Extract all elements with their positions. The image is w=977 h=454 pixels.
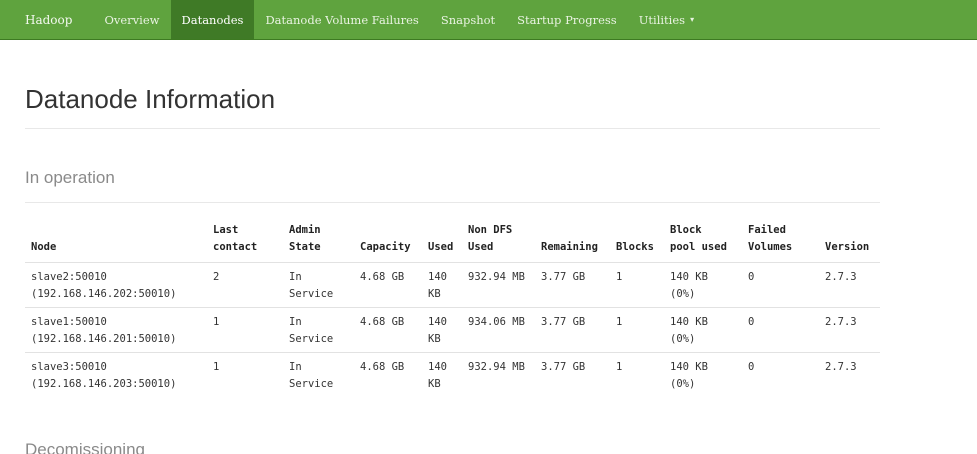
cell-failed-volumes: 0: [742, 307, 819, 353]
cell-used: 140 KB: [422, 352, 462, 397]
node-address: (192.168.146.203:50010): [31, 378, 177, 390]
cell-node: slave3:50010 (192.168.146.203:50010): [25, 352, 207, 397]
cell-admin-state: In Service: [283, 352, 354, 397]
admin-line: In: [289, 271, 302, 283]
nav-overview[interactable]: Overview: [93, 0, 170, 39]
cell-block-pool-used: 140 KB (0%): [664, 262, 742, 308]
section-heading-in-operation: In operation: [25, 168, 115, 187]
node-name: slave1:50010: [31, 316, 107, 328]
cell-capacity: 4.68 GB: [354, 352, 422, 397]
col-non-dfs-used[interactable]: Non DFS Used: [462, 218, 535, 263]
node-name: slave3:50010: [31, 361, 107, 373]
col-last-contact[interactable]: Last contact: [207, 218, 283, 263]
cell-block-pool-used: 140 KB (0%): [664, 307, 742, 353]
cell-version: 2.7.3: [819, 352, 880, 397]
header-line: Last: [213, 224, 239, 236]
cell-non-dfs-used: 934.06 MB: [462, 307, 535, 353]
cell-used: 140 KB: [422, 262, 462, 308]
cell-last-contact: 1: [207, 307, 283, 353]
cell-admin-state: In Service: [283, 262, 354, 308]
cell-blocks: 1: [610, 352, 664, 397]
header-line: pool used: [670, 241, 727, 253]
brand-link[interactable]: Hadoop: [0, 0, 93, 39]
table-header-row: Node Last contact Admin State Capacity Use…: [25, 218, 880, 263]
cell-blocks: 1: [610, 307, 664, 353]
table-row: slave1:50010 (192.168.146.201:50010) 1 In…: [25, 307, 880, 353]
col-node[interactable]: Node: [25, 218, 207, 263]
cell-last-contact: 2: [207, 262, 283, 308]
cell-used: 140 KB: [422, 307, 462, 353]
cell-admin-state: In Service: [283, 307, 354, 353]
admin-line: Service: [289, 378, 334, 390]
node-name: slave2:50010: [31, 271, 107, 283]
col-blocks[interactable]: Blocks: [610, 218, 664, 263]
header-line: Block: [670, 224, 702, 236]
col-capacity[interactable]: Capacity: [354, 218, 422, 263]
section-heading-decommissioning: Decomissioning: [25, 440, 145, 454]
cell-remaining: 3.77 GB: [535, 307, 610, 353]
used-line: 140: [428, 316, 447, 328]
section-divider: [25, 202, 880, 203]
col-remaining[interactable]: Remaining: [535, 218, 610, 263]
admin-line: In: [289, 316, 302, 328]
col-used[interactable]: Used: [422, 218, 462, 263]
nav-snapshot[interactable]: Snapshot: [430, 0, 506, 39]
title-divider: [25, 128, 880, 129]
header-line: Failed: [748, 224, 786, 236]
header-line: Non DFS: [468, 224, 513, 236]
caret-down-icon: ▾: [690, 15, 695, 24]
used-line: KB: [428, 288, 441, 300]
cell-capacity: 4.68 GB: [354, 262, 422, 308]
col-failed-volumes[interactable]: Failed Volumes: [742, 218, 819, 263]
header-line: contact: [213, 241, 258, 253]
header-line: Volumes: [748, 241, 793, 253]
nav-volume-failures[interactable]: Datanode Volume Failures: [254, 0, 429, 39]
used-line: KB: [428, 333, 441, 345]
cell-remaining: 3.77 GB: [535, 352, 610, 397]
nav-utilities-label: Utilities: [638, 12, 686, 27]
used-line: 140: [428, 271, 447, 283]
used-line: KB: [428, 378, 441, 390]
admin-line: In: [289, 361, 302, 373]
cell-capacity: 4.68 GB: [354, 307, 422, 353]
nav-startup-progress[interactable]: Startup Progress: [506, 0, 628, 39]
cell-block-pool-used: 140 KB (0%): [664, 352, 742, 397]
datanode-table: Node Last contact Admin State Capacity Use…: [25, 218, 880, 397]
cell-non-dfs-used: 932.94 MB: [462, 262, 535, 308]
col-admin-state[interactable]: Admin State: [283, 218, 354, 263]
top-navbar: Hadoop Overview Datanodes Datanode Volum…: [0, 0, 977, 40]
table-row: slave2:50010 (192.168.146.202:50010) 2 In…: [25, 262, 880, 308]
cell-node: slave1:50010 (192.168.146.201:50010): [25, 307, 207, 353]
cell-version: 2.7.3: [819, 307, 880, 353]
admin-line: Service: [289, 333, 334, 345]
nav-utilities-dropdown[interactable]: Utilities ▾: [628, 0, 705, 39]
cell-version: 2.7.3: [819, 262, 880, 308]
table-row: slave3:50010 (192.168.146.203:50010) 1 In…: [25, 352, 880, 397]
col-block-pool-used[interactable]: Block pool used: [664, 218, 742, 263]
cell-non-dfs-used: 932.94 MB: [462, 352, 535, 397]
nav-datanodes[interactable]: Datanodes: [170, 0, 255, 39]
cell-node: slave2:50010 (192.168.146.202:50010): [25, 262, 207, 308]
header-line: State: [289, 241, 321, 253]
cell-remaining: 3.77 GB: [535, 262, 610, 308]
header-line: Admin: [289, 224, 321, 236]
cell-blocks: 1: [610, 262, 664, 308]
cell-failed-volumes: 0: [742, 352, 819, 397]
used-line: 140: [428, 361, 447, 373]
cell-last-contact: 1: [207, 352, 283, 397]
col-version[interactable]: Version: [819, 218, 880, 263]
page-title: Datanode Information: [25, 84, 276, 114]
header-line: Used: [468, 241, 494, 253]
admin-line: Service: [289, 288, 334, 300]
cell-failed-volumes: 0: [742, 262, 819, 308]
node-address: (192.168.146.202:50010): [31, 288, 177, 300]
node-address: (192.168.146.201:50010): [31, 333, 177, 345]
